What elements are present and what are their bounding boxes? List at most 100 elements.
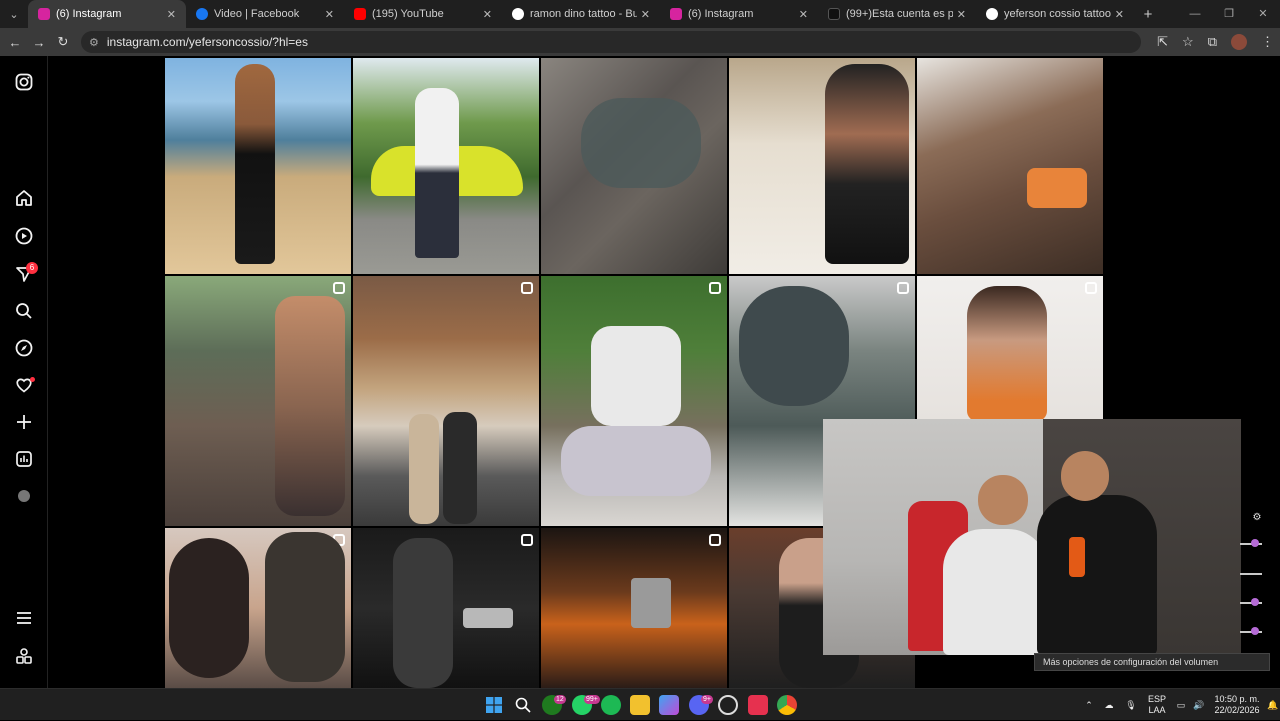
tab-youtube[interactable]: (195) YouTube ✕	[344, 0, 502, 28]
create-plus-icon[interactable]	[14, 412, 34, 432]
tiktok-app-icon[interactable]	[748, 695, 768, 715]
post-hair	[169, 538, 249, 678]
extensions-icon[interactable]: ⧉	[1208, 34, 1217, 50]
bookmark-star-icon[interactable]: ☆	[1182, 34, 1194, 50]
post-prop	[463, 608, 513, 628]
volume-slider-thumb[interactable]	[1251, 627, 1259, 635]
language-indicator[interactable]: ESP LAA	[1142, 694, 1172, 716]
instagram-favicon-icon	[670, 8, 682, 20]
back-icon[interactable]: ←	[3, 35, 27, 50]
tab-title: ramon dino tattoo - Buscar con	[530, 8, 637, 20]
messages-badge: 6	[26, 262, 38, 274]
dashboard-chart-icon[interactable]	[14, 449, 34, 469]
post-thumbnail[interactable]	[729, 58, 915, 274]
tab-title: (195) YouTube	[372, 8, 444, 20]
post-bag	[561, 426, 711, 496]
settings-gear-icon[interactable]: ⚙	[1252, 512, 1262, 523]
post-thumbnail[interactable]	[541, 528, 727, 688]
restore-icon[interactable]: ❐	[1212, 0, 1246, 28]
tab-google-search-1[interactable]: ramon dino tattoo - Buscar con ✕	[502, 0, 660, 28]
obs-studio-icon[interactable]	[718, 695, 738, 715]
browser-menu-icon[interactable]: ⋮	[1261, 34, 1274, 50]
post-figure	[265, 532, 345, 682]
post-figure	[275, 296, 345, 516]
clock-date: 22/02/2026	[1214, 705, 1260, 715]
volume-slider-thumb[interactable]	[1251, 539, 1259, 547]
tab-close-icon[interactable]: ✕	[325, 8, 334, 21]
reel-icon	[333, 282, 345, 294]
tab-search-chevron-icon[interactable]: ⌄	[0, 0, 28, 28]
google-favicon-icon	[986, 8, 998, 20]
volume-tooltip: Más opciones de configuración del volume…	[1034, 653, 1270, 671]
tab-close-icon[interactable]: ✕	[799, 8, 808, 21]
more-menu-icon[interactable]	[14, 608, 34, 628]
network-icon[interactable]: ▭	[1172, 700, 1190, 711]
windows-start-icon[interactable]	[484, 695, 504, 715]
explore-icon[interactable]	[14, 338, 34, 358]
post-prop	[631, 578, 671, 628]
tab-close-icon[interactable]: ✕	[167, 8, 176, 21]
file-explorer-icon[interactable]	[630, 695, 650, 715]
install-app-icon[interactable]: ⇱	[1157, 34, 1168, 50]
tab-close-icon[interactable]: ✕	[641, 8, 650, 21]
home-icon[interactable]	[14, 188, 34, 208]
search-icon[interactable]	[14, 301, 34, 321]
notification-bell-icon[interactable]: 🔔	[1266, 700, 1280, 711]
post-thumbnail[interactable]	[353, 58, 539, 274]
post-figure	[443, 412, 477, 524]
reload-icon[interactable]: ↻	[51, 34, 75, 50]
reel-icon	[897, 282, 909, 294]
post-figure	[235, 64, 275, 264]
instagram-logo-icon[interactable]	[14, 72, 34, 92]
microphone-icon[interactable]: 🎙	[1120, 700, 1142, 711]
spotify-icon[interactable]	[601, 695, 621, 715]
xbox-icon[interactable]: 12	[542, 695, 566, 715]
post-thumbnail[interactable]	[353, 276, 539, 526]
post-thumbnail[interactable]	[165, 276, 351, 526]
volume-slider[interactable]	[1240, 573, 1262, 575]
tab-tiktok[interactable]: (99+)Esta cuenta es privada. Sí ✕	[818, 0, 976, 28]
tab-facebook[interactable]: Video | Facebook ✕	[186, 0, 344, 28]
overlay-person	[943, 529, 1048, 655]
post-thumbnail[interactable]	[917, 276, 1103, 421]
post-thumbnail[interactable]	[353, 528, 539, 688]
tab-instagram-2[interactable]: (6) Instagram ✕	[660, 0, 818, 28]
language-code: ESP	[1147, 694, 1166, 704]
post-figure	[415, 88, 459, 258]
tab-instagram-active[interactable]: (6) Instagram ✕	[28, 0, 186, 28]
copilot-icon[interactable]	[659, 695, 679, 715]
profile-avatar[interactable]	[1231, 34, 1247, 50]
speaker-icon[interactable]: 🔊	[1190, 700, 1208, 711]
facebook-favicon-icon	[196, 8, 208, 20]
clock[interactable]: 10:50 p. m. 22/02/2026	[1208, 694, 1266, 716]
post-thumbnail[interactable]	[541, 276, 727, 526]
taskbar-search-icon[interactable]	[513, 695, 533, 715]
chrome-icon[interactable]	[777, 695, 797, 715]
post-thumbnail[interactable]	[917, 58, 1103, 274]
onedrive-icon[interactable]: ☁	[1098, 700, 1120, 711]
post-thumbnail[interactable]	[165, 58, 351, 274]
url-field[interactable]: ⚙ instagram.com/yefersoncossio/?hl=es	[81, 31, 1141, 53]
reels-icon[interactable]	[14, 226, 34, 246]
tray-chevron-icon[interactable]: ⌃	[1080, 700, 1098, 711]
tab-close-icon[interactable]: ✕	[957, 8, 966, 21]
volume-slider-thumb[interactable]	[1251, 598, 1259, 606]
tab-close-icon[interactable]: ✕	[483, 8, 492, 21]
overlay-person	[1037, 495, 1157, 655]
tab-google-search-2[interactable]: yeferson cossio tattoo - Buscar ✕	[976, 0, 1134, 28]
new-tab-icon[interactable]: +	[1134, 6, 1162, 23]
also-from-meta-icon[interactable]	[14, 646, 34, 666]
close-window-icon[interactable]: ✕	[1246, 0, 1280, 28]
tab-title: Video | Facebook	[214, 8, 300, 20]
post-thumbnail[interactable]	[165, 528, 351, 688]
discord-icon[interactable]: 9+	[689, 695, 713, 715]
minimize-icon[interactable]: —	[1178, 0, 1212, 28]
whatsapp-icon[interactable]: 99+	[572, 695, 600, 715]
profile-avatar-icon[interactable]	[14, 486, 34, 506]
tab-close-icon[interactable]: ✕	[1115, 8, 1124, 21]
forward-icon[interactable]: →	[27, 35, 51, 50]
tab-title: (6) Instagram	[56, 8, 122, 20]
post-thumbnail[interactable]	[541, 58, 727, 274]
site-info-icon[interactable]: ⚙	[89, 36, 99, 49]
tab-title: (99+)Esta cuenta es privada. Sí	[846, 8, 953, 20]
